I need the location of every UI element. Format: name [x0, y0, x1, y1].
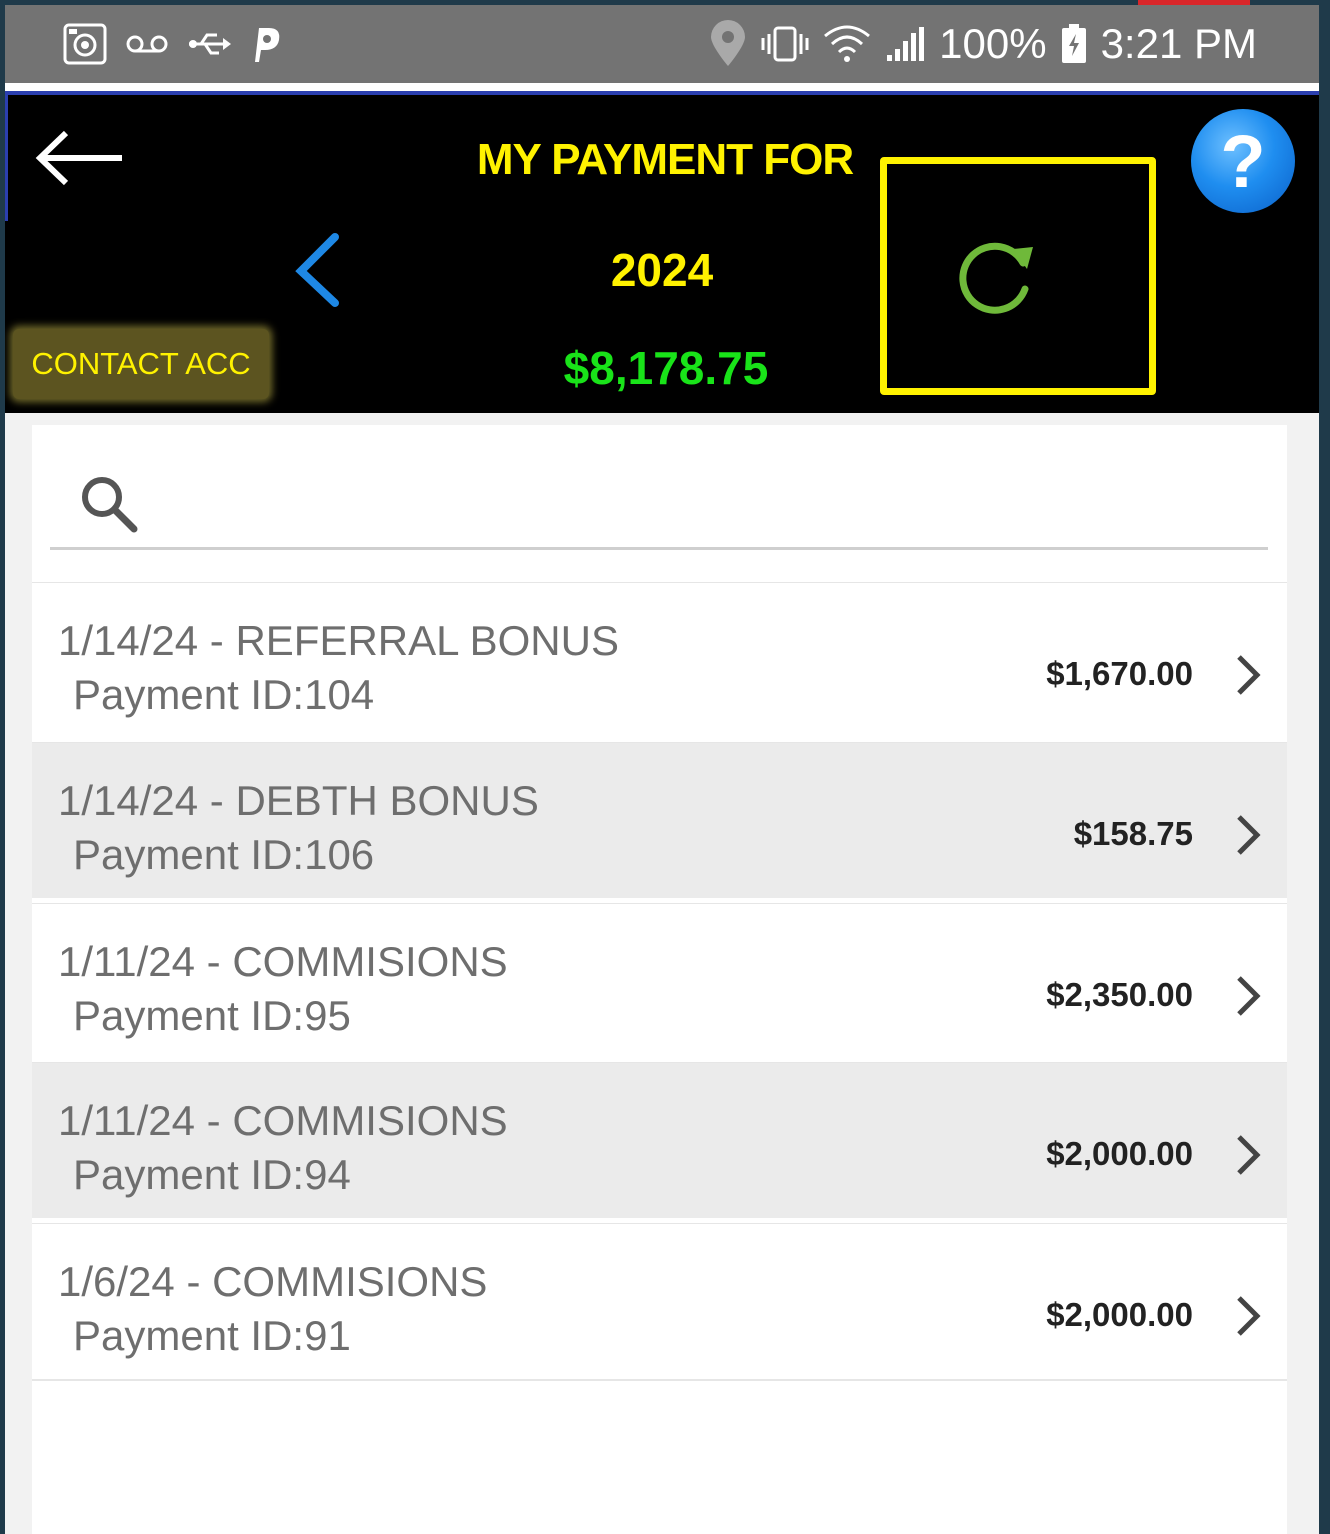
red-tab-marker	[1138, 0, 1250, 5]
payment-title: 1/11/24 - COMMISIONS	[58, 1097, 508, 1144]
signal-icon	[887, 27, 925, 61]
battery-icon	[1061, 24, 1086, 63]
payment-amount: $2,000.00	[1046, 1135, 1193, 1172]
battery-percent: 100%	[939, 20, 1047, 67]
payment-list: 1/14/24 - REFERRAL BONUS Payment ID:104 …	[32, 425, 1287, 1534]
search-icon	[82, 477, 138, 533]
location-icon	[711, 20, 746, 66]
voicemail-icon	[126, 35, 168, 53]
chevron-right-icon	[1237, 1135, 1261, 1175]
camera-icon	[63, 23, 107, 65]
chevron-right-icon	[1237, 815, 1261, 855]
status-bar-left	[63, 5, 283, 83]
parking-icon	[255, 28, 280, 62]
chevron-right-icon	[1237, 1296, 1261, 1336]
status-bar: 100% 3:21 PM	[5, 5, 1319, 83]
status-bar-right: 100% 3:21 PM	[709, 5, 1257, 83]
usb-icon	[189, 33, 231, 55]
payment-id: Payment ID:91	[73, 1312, 351, 1359]
refresh-highlight	[880, 157, 1156, 395]
search-input[interactable]	[152, 465, 1246, 537]
help-icon[interactable]: ?	[1191, 109, 1295, 213]
chevron-right-icon	[1237, 655, 1261, 695]
payment-title: 1/14/24 - DEBTH BONUS	[58, 777, 539, 824]
chevron-right-icon	[1237, 976, 1261, 1016]
payment-id: Payment ID:106	[73, 831, 375, 878]
status-time: 3:21 PM	[1100, 20, 1257, 67]
payment-id: Payment ID:94	[73, 1151, 351, 1198]
search-bar	[32, 425, 1287, 580]
vibrate-icon	[761, 26, 809, 62]
payment-amount: $2,000.00	[1046, 1296, 1193, 1333]
list-item[interactable]: 1/11/24 - COMMISIONS Payment ID:94 $2,00…	[32, 1062, 1287, 1218]
payment-amount: $158.75	[1073, 815, 1193, 852]
payment-id: Payment ID:104	[73, 671, 375, 718]
list-item[interactable]: 1/14/24 - REFERRAL BONUS Payment ID:104 …	[32, 582, 1287, 738]
payment-amount: $2,350.00	[1046, 976, 1193, 1013]
search-underline	[50, 547, 1268, 550]
wifi-icon	[824, 25, 871, 62]
payment-title: 1/14/24 - REFERRAL BONUS	[58, 617, 619, 664]
payment-title: 1/11/24 - COMMISIONS	[58, 938, 508, 985]
list-item[interactable]: 1/14/24 - DEBTH BONUS Payment ID:106 $15…	[32, 742, 1287, 898]
payment-title: 1/6/24 - COMMISIONS	[58, 1258, 488, 1305]
list-item[interactable]: 1/6/24 - COMMISIONS Payment ID:91 $2,000…	[32, 1223, 1287, 1381]
payment-id: Payment ID:95	[73, 992, 351, 1039]
phone-screen: 100% 3:21 PM MY PAYMENT FOR ? 2024 CONTA…	[5, 5, 1319, 1534]
payment-amount: $1,670.00	[1046, 655, 1193, 692]
list-item[interactable]: 1/11/24 - COMMISIONS Payment ID:95 $2,35…	[32, 903, 1287, 1059]
